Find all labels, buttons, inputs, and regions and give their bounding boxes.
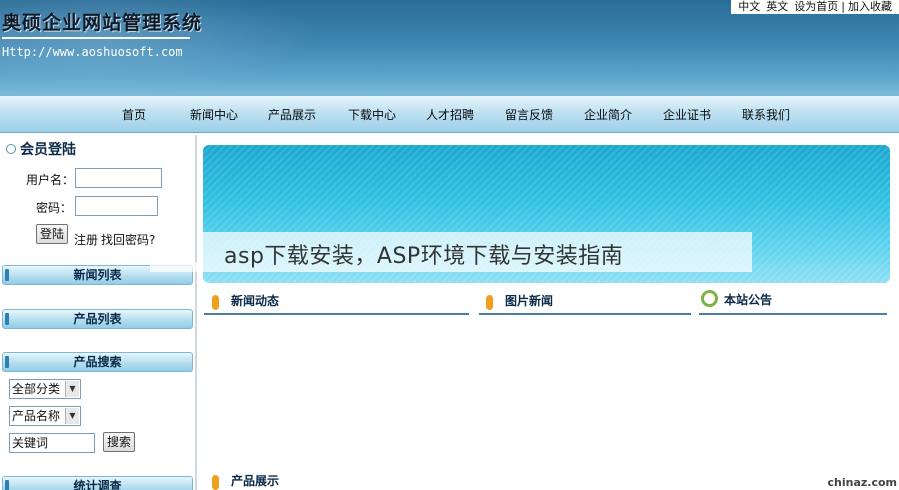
orange-bullet-icon — [486, 295, 493, 310]
lang-english-link[interactable]: 英文 — [763, 0, 791, 14]
password-label: 密码： — [36, 201, 73, 215]
top-links: 中文 英文 设为首页 | 加入收藏 — [731, 0, 899, 14]
nav-home[interactable]: 首页 — [122, 106, 146, 123]
product-list-title: 产品列表 — [73, 312, 122, 326]
register-link[interactable]: 注册 — [74, 231, 98, 248]
chevron-down-icon: ▼ — [65, 381, 79, 397]
orange-bullet-icon — [212, 475, 219, 490]
site-url: Http://www.aoshuosoft.com — [2, 45, 183, 59]
login-button[interactable]: 登陆 — [36, 224, 69, 244]
search-field-select[interactable]: 产品名称 ▼ — [9, 406, 81, 426]
nav-news-center[interactable]: 新闻中心 — [190, 106, 238, 123]
orange-bullet-icon — [212, 295, 219, 310]
news-section-title[interactable]: 新闻动态 — [231, 292, 279, 309]
search-button[interactable]: 搜索 — [103, 432, 136, 452]
product-list-panel[interactable]: 产品列表 — [2, 309, 193, 329]
section-divider — [479, 313, 691, 315]
picture-news-section-title[interactable]: 图片新闻 — [505, 292, 553, 309]
panel-marker-icon — [5, 313, 9, 325]
product-search-title: 产品搜索 — [73, 355, 122, 369]
keyword-input-value: 关键词 — [12, 436, 49, 450]
category-select-value: 全部分类 — [12, 382, 61, 396]
category-select[interactable]: 全部分类 ▼ — [9, 379, 81, 399]
section-divider — [204, 313, 469, 315]
username-label: 用户名： — [26, 173, 75, 187]
product-search-panel: 产品搜索 — [2, 352, 193, 372]
chevron-down-icon: ▼ — [65, 408, 79, 424]
lang-chinese-link[interactable]: 中文 — [735, 0, 763, 14]
password-input[interactable] — [75, 196, 158, 216]
nav-products[interactable]: 产品展示 — [268, 106, 316, 123]
add-favorite-link[interactable]: 加入收藏 — [845, 0, 895, 14]
watermark: chinaz.com — [827, 476, 898, 489]
products-section-title[interactable]: 产品展示 — [231, 472, 279, 489]
overlay-fade — [150, 262, 200, 272]
keyword-input[interactable]: 关键词 — [9, 433, 95, 453]
overlay-caption: asp下载安装，ASP环境下载与安装指南 — [224, 244, 624, 269]
login-title: 会员登陆 — [20, 142, 76, 158]
search-field-value: 产品名称 — [12, 409, 61, 423]
news-list-title: 新闻列表 — [73, 268, 122, 282]
nav-feedback[interactable]: 留言反馈 — [505, 106, 553, 123]
main-nav: 首页 新闻中心 产品展示 下载中心 人才招聘 留言反馈 企业简介 企业证书 联系… — [0, 95, 899, 133]
set-homepage-link[interactable]: 设为首页 — [791, 0, 841, 14]
stats-survey-title: 统计调查 — [73, 479, 122, 490]
panel-marker-icon — [5, 269, 9, 281]
announcement-section-title[interactable]: 本站公告 — [724, 291, 772, 308]
site-title: 奥硕企业网站管理系统 — [2, 12, 203, 34]
nav-certificates[interactable]: 企业证书 — [663, 106, 711, 123]
sidebar: 会员登陆 用户名： 密码： 登陆 注册 找回密码? 新闻列表 产品列表 产品搜索… — [0, 135, 197, 490]
nav-downloads[interactable]: 下载中心 — [348, 106, 396, 123]
login-heading: 会员登陆 — [6, 139, 76, 159]
green-ring-icon — [701, 290, 718, 307]
nav-recruitment[interactable]: 人才招聘 — [426, 106, 474, 123]
site-header: 奥硕企业网站管理系统 Http://www.aoshuosoft.com 中文 … — [0, 0, 899, 95]
nav-contact[interactable]: 联系我们 — [742, 106, 790, 123]
nav-about[interactable]: 企业简介 — [584, 106, 632, 123]
title-divider — [2, 37, 190, 39]
panel-marker-icon — [5, 480, 9, 490]
circle-bullet-icon — [6, 144, 16, 154]
section-divider — [699, 313, 887, 315]
panel-marker-icon — [5, 356, 9, 368]
forgot-password-link[interactable]: 找回密码? — [101, 231, 155, 248]
stats-survey-panel: 统计调查 — [2, 476, 193, 490]
username-input[interactable] — [75, 168, 162, 188]
